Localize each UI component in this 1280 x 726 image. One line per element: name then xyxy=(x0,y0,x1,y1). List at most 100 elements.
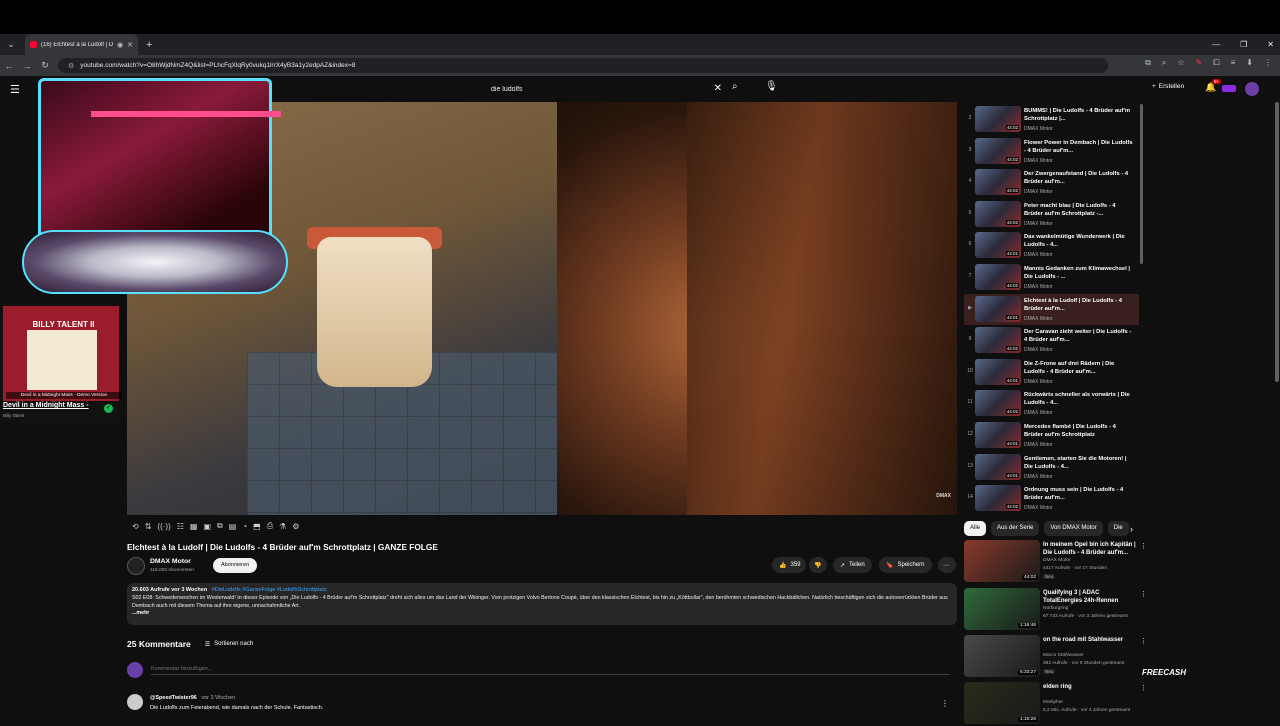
playlist-scrollbar[interactable] xyxy=(1140,104,1143,264)
playlist-title[interactable]: Der Zwergenaufstand | Die Ludolfs - 4 Br… xyxy=(1024,170,1136,186)
search-icon[interactable]: ⌕ xyxy=(732,81,738,92)
playlist-item[interactable]: 4 44:02 Der Zwergenaufstand | Die Ludolfs … xyxy=(964,167,1139,198)
playlist-title[interactable]: Mercedes flambé | Die Ludolfs - 4 Brüder… xyxy=(1024,423,1136,439)
playlist-thumbnail[interactable]: 44:02 xyxy=(975,169,1021,196)
playlist-item[interactable]: 7 44:02 Mannis Gedanken zum Klimawechsel |… xyxy=(964,262,1139,293)
recommendation-title[interactable]: In meinem Opel bin ich Kapitän | Die Lud… xyxy=(1043,541,1139,557)
recommendation-thumbnail[interactable]: 1:16:46 xyxy=(964,588,1040,630)
site-info-icon[interactable]: ⚙ xyxy=(68,62,74,70)
clear-search-icon[interactable]: ✕ xyxy=(714,83,722,94)
save-button[interactable]: 🔖 Speichern xyxy=(879,557,932,573)
picture-icon[interactable]: ▣ xyxy=(203,522,211,531)
crop-icon[interactable]: ⬒ xyxy=(253,522,261,531)
more-actions-button[interactable]: ⋯ xyxy=(938,557,956,573)
playlist-item[interactable]: 3 44:02 Flower Power in Dembach | Die Ludo… xyxy=(964,136,1139,167)
search-box[interactable]: ✕ xyxy=(480,81,730,98)
maximize-icon[interactable]: ❐ xyxy=(1240,40,1247,49)
commenter-avatar[interactable] xyxy=(127,694,143,710)
recommendation-thumbnail[interactable]: 1:15:26 xyxy=(964,682,1040,724)
subscribe-button[interactable]: Abonnieren xyxy=(213,558,258,573)
calendar-icon[interactable]: ▦ xyxy=(190,522,198,531)
playlist-title[interactable]: Das wankelmütige Wunderwerk | Die Ludolf… xyxy=(1024,233,1136,249)
playlist-title[interactable]: Peter macht blau | Die Ludolfs - 4 Brüde… xyxy=(1024,202,1136,218)
description-more-link[interactable]: ...mehr xyxy=(132,610,952,616)
playlist-thumbnail[interactable]: 44:02 xyxy=(975,327,1021,354)
screenshot-icon[interactable]: ⎙ xyxy=(267,521,273,531)
recommendation-channel[interactable]: Marlipher xyxy=(1043,700,1063,705)
downloads-icon[interactable]: ⬇ xyxy=(1246,58,1253,68)
filter-chip[interactable]: Die xyxy=(1107,521,1129,536)
playlist-thumbnail[interactable]: 44:02 xyxy=(975,390,1021,417)
sort-comments-button[interactable]: ☰ Sortieren nach xyxy=(205,641,253,648)
recommendation-item[interactable]: 6:33:27 on the road mit Stahlwasser Marco … xyxy=(964,635,1147,679)
recommendation-thumbnail[interactable]: 44:02 xyxy=(964,540,1040,582)
tab-search-icon[interactable]: ⌄ xyxy=(3,37,19,53)
playlist-title[interactable]: Die Z-Frone auf drei Rädern | Die Ludolf… xyxy=(1024,360,1136,376)
playlist-thumbnail[interactable]: 44:02 xyxy=(975,200,1021,227)
description-box[interactable]: 20.603 Aufrufe vor 3 Wochen #DieLudolfs … xyxy=(127,583,957,625)
recommendation-title[interactable]: Qualifying 3 | ADAC TotalEnergies 24h-Re… xyxy=(1043,589,1139,605)
recommendation-item[interactable]: 1:15:26 elden ring Marlipher 5,2 Mio. Aufru… xyxy=(964,682,1147,726)
recommendation-title[interactable]: on the road mit Stahlwasser xyxy=(1043,636,1139,644)
channel-name[interactable]: DMAX Motor xyxy=(150,558,191,565)
playlist-title[interactable]: Mannis Gedanken zum Klimawechsel | Die L… xyxy=(1024,265,1136,281)
comment-input[interactable] xyxy=(151,663,949,675)
playlist-thumbnail[interactable]: 44:01 xyxy=(975,453,1021,480)
recommendation-channel[interactable]: DMAX Motor xyxy=(1043,558,1070,563)
audio-icon[interactable]: ◉ xyxy=(117,41,123,49)
playlist-icon[interactable]: ☷ xyxy=(177,522,184,531)
recommendation-item[interactable]: 44:02 In meinem Opel bin ich Kapitän | Di… xyxy=(964,540,1147,584)
sort-icon[interactable]: ⇅ xyxy=(145,522,152,531)
search-input[interactable] xyxy=(491,86,711,93)
playlist-thumbnail[interactable]: 44:01 xyxy=(975,422,1021,448)
filter-chip[interactable]: Von DMAX Motor xyxy=(1044,521,1103,536)
comment-more-icon[interactable]: ⋮ xyxy=(941,699,949,708)
microphone-icon[interactable]: 🎙 xyxy=(765,81,778,92)
loop-icon[interactable]: ⟲ xyxy=(132,522,139,531)
playlist-title[interactable]: Rückwärts schneller als vorwärts | Die L… xyxy=(1024,391,1136,407)
recommendation-channel[interactable]: Nürburgring xyxy=(1043,606,1068,611)
recommendation-channel[interactable]: Marco Stahlwasser xyxy=(1043,653,1084,658)
bookmark-star-icon[interactable]: ☆ xyxy=(1177,58,1184,68)
playlist-title[interactable]: Ordnung muss sein | Die Ludolfs - 4 Brüd… xyxy=(1024,486,1136,502)
page-scrollbar[interactable] xyxy=(1275,102,1279,382)
filter-chip[interactable]: Aus der Serie xyxy=(991,521,1040,536)
playlist-thumbnail[interactable]: 44:01 xyxy=(975,232,1021,259)
playlist-thumbnail[interactable]: 44:02 xyxy=(975,485,1021,512)
back-icon[interactable]: ← xyxy=(0,61,18,71)
playlist-title[interactable]: Der Caravan zieht weiter | Die Ludolfs -… xyxy=(1024,328,1136,344)
playlist-title[interactable]: Flower Power in Dembach | Die Ludolfs - … xyxy=(1024,139,1136,155)
minimize-icon[interactable]: — xyxy=(1212,40,1220,49)
chip-scroll-right-icon[interactable]: › xyxy=(1130,524,1133,534)
playlist-item[interactable]: 13 44:01 Gentlemen, starten Sie die Motore… xyxy=(964,452,1139,483)
channel-avatar[interactable] xyxy=(127,557,145,575)
share-button[interactable]: ↗ Teilen xyxy=(833,557,872,573)
playlist-item[interactable]: 6 44:01 Das wankelmütige Wunderwerk | Die … xyxy=(964,230,1139,261)
window-close-icon[interactable]: ✕ xyxy=(1267,40,1274,49)
media-queue-icon[interactable]: ≡ xyxy=(1231,58,1236,68)
recommendation-title[interactable]: elden ring xyxy=(1043,683,1139,691)
playlist-item[interactable]: 10 44:01 Die Z-Frone auf drei Rädern | Die… xyxy=(964,357,1139,388)
recommendation-more-icon[interactable]: ⋮ xyxy=(1140,590,1147,598)
account-avatar[interactable] xyxy=(1245,82,1259,96)
browser-menu-icon[interactable]: ⋮ xyxy=(1264,58,1272,68)
extensions-puzzle-icon[interactable]: ⧠ xyxy=(1213,58,1219,68)
recommendation-thumbnail[interactable]: 6:33:27 xyxy=(964,635,1040,677)
recommendation-more-icon[interactable]: ⋮ xyxy=(1140,542,1147,550)
menu-icon[interactable]: ☰ xyxy=(10,83,20,96)
audio-wave-icon[interactable]: ((·)) xyxy=(157,522,170,531)
comment-author[interactable]: @SpeedTwister96 xyxy=(150,695,197,701)
recommendation-more-icon[interactable]: ⋮ xyxy=(1140,637,1147,645)
forward-icon[interactable]: → xyxy=(18,61,36,71)
picture-in-picture-icon[interactable]: ⧉ xyxy=(217,521,223,531)
like-button[interactable]: 👍 359 xyxy=(772,557,806,573)
dislike-button[interactable]: 👎 xyxy=(809,557,827,573)
grid-icon[interactable]: ▤ xyxy=(229,522,237,531)
filter-chip[interactable]: Alle xyxy=(964,521,987,536)
hashtags[interactable]: #DieLudolfs #GanzeFolge #LudolfsSchrottp… xyxy=(212,587,327,593)
tab-close-icon[interactable]: ✕ xyxy=(127,41,133,49)
playlist-thumbnail[interactable]: 44:02 xyxy=(975,106,1021,132)
new-tab-icon[interactable]: + xyxy=(146,39,152,51)
create-button[interactable]: + Erstellen xyxy=(1152,83,1184,90)
playlist-item[interactable]: 2 44:02 BUMMS! | Die Ludolfs - 4 Brüder au… xyxy=(964,104,1139,135)
